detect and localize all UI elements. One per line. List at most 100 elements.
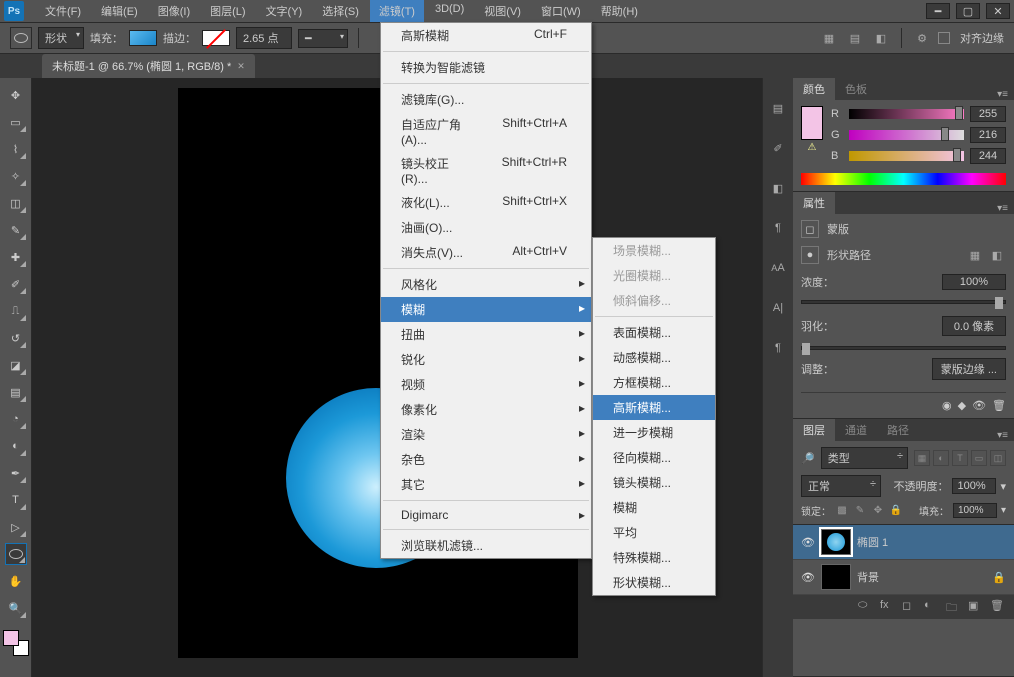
fx-icon[interactable]: fx bbox=[880, 599, 896, 615]
layer-name[interactable]: 背景 bbox=[857, 569, 879, 585]
menu-item[interactable]: 滤镜库(G)... bbox=[381, 87, 591, 112]
antialias-checkbox[interactable] bbox=[938, 32, 950, 44]
menu-item[interactable]: 方框模糊... bbox=[593, 370, 715, 395]
density-slider[interactable] bbox=[801, 300, 1006, 304]
blend-mode-dropdown[interactable]: 正常 bbox=[801, 475, 881, 497]
menu-item[interactable]: 油画(O)... bbox=[381, 215, 591, 240]
mask-edge-button[interactable]: 蒙版边缘 ... bbox=[932, 358, 1006, 380]
menu-item[interactable]: 扭曲 bbox=[381, 322, 591, 347]
layer-thumbnail[interactable] bbox=[821, 564, 851, 590]
gear-icon[interactable]: ⚙ bbox=[912, 29, 932, 47]
lock-position-icon[interactable]: ✥ bbox=[871, 504, 885, 518]
opacity-dropdown-icon[interactable]: ▾ bbox=[1000, 480, 1006, 493]
tab-swatches[interactable]: 色板 bbox=[835, 78, 877, 100]
menu-窗口(W)[interactable]: 窗口(W) bbox=[532, 0, 590, 22]
menu-item[interactable]: 镜头校正(R)...Shift+Ctrl+R bbox=[381, 151, 591, 190]
menu-item[interactable]: 浏览联机滤镜... bbox=[381, 533, 591, 558]
disable-mask-icon[interactable]: 👁 bbox=[972, 399, 986, 412]
feather-slider[interactable] bbox=[801, 346, 1006, 350]
fill-opacity-value[interactable]: 100% bbox=[953, 503, 997, 518]
menu-编辑(E)[interactable]: 编辑(E) bbox=[92, 0, 147, 22]
panel-menu-icon[interactable]: ▾≡ bbox=[991, 430, 1014, 441]
opacity-value[interactable]: 100% bbox=[952, 478, 996, 494]
menu-item[interactable]: 液化(L)...Shift+Ctrl+X bbox=[381, 190, 591, 215]
r-slider[interactable] bbox=[849, 109, 964, 119]
menu-item[interactable]: 模糊 bbox=[381, 297, 591, 322]
eraser-tool[interactable]: ◪ bbox=[5, 354, 27, 376]
tab-paths[interactable]: 路径 bbox=[877, 419, 919, 441]
lock-transparent-icon[interactable]: ▩ bbox=[835, 504, 849, 518]
menu-item[interactable]: 转换为智能滤镜 bbox=[381, 55, 591, 80]
tab-layers[interactable]: 图层 bbox=[793, 419, 835, 441]
new-layer-icon[interactable]: ▣ bbox=[968, 599, 984, 615]
menu-item[interactable]: 高斯模糊Ctrl+F bbox=[381, 23, 591, 48]
filter-type-icon[interactable]: T bbox=[952, 450, 968, 466]
stamp-tool[interactable]: ⎍ bbox=[5, 300, 27, 322]
menu-item[interactable]: 镜头模糊... bbox=[593, 470, 715, 495]
spectrum-bar[interactable] bbox=[801, 173, 1006, 185]
blur-tool[interactable]: ◔ bbox=[5, 408, 27, 430]
swatches-panel-icon[interactable]: ◧ bbox=[768, 178, 788, 198]
stroke-weight-field[interactable]: 2.65 点 bbox=[236, 27, 292, 49]
eyedropper-tool[interactable]: ✎ bbox=[5, 219, 27, 241]
adjustment-layer-icon[interactable]: ◐ bbox=[924, 599, 940, 615]
history-brush-tool[interactable]: ↺ bbox=[5, 327, 27, 349]
menu-选择(S)[interactable]: 选择(S) bbox=[313, 0, 368, 22]
minimize-button[interactable]: ━ bbox=[926, 3, 950, 19]
shape-tool[interactable] bbox=[5, 543, 27, 565]
dodge-tool[interactable]: ◐ bbox=[5, 435, 27, 457]
history-panel-icon[interactable]: ▤ bbox=[768, 98, 788, 118]
delete-layer-icon[interactable]: 🗑 bbox=[990, 599, 1006, 615]
align-icon[interactable]: ▦ bbox=[819, 29, 839, 47]
filter-shape-icon[interactable]: ▭ bbox=[971, 450, 987, 466]
gradient-tool[interactable]: ▤ bbox=[5, 381, 27, 403]
layer-thumbnail[interactable] bbox=[821, 529, 851, 555]
magic-wand-tool[interactable]: ✧ bbox=[5, 165, 27, 187]
menu-item[interactable]: 锐化 bbox=[381, 347, 591, 372]
type-tool[interactable]: T bbox=[5, 489, 27, 511]
tab-properties[interactable]: 属性 bbox=[793, 192, 835, 214]
link-layers-icon[interactable]: ⬭ bbox=[858, 599, 874, 615]
stroke-style-dropdown[interactable]: ━ bbox=[298, 29, 348, 48]
shape-mode-dropdown[interactable]: 形状 bbox=[38, 27, 84, 49]
move-tool[interactable]: ✥ bbox=[5, 84, 27, 106]
menu-图层(L)[interactable]: 图层(L) bbox=[201, 0, 254, 22]
filter-icon[interactable]: 🔎 bbox=[801, 452, 815, 465]
close-button[interactable]: ✕ bbox=[986, 3, 1010, 19]
healing-tool[interactable]: ✚ bbox=[5, 246, 27, 268]
crop-tool[interactable]: ◫ bbox=[5, 192, 27, 214]
path-ops-icon[interactable]: ◧ bbox=[871, 29, 891, 47]
fg-bg-swatches[interactable] bbox=[3, 630, 29, 656]
menu-滤镜(T)[interactable]: 滤镜(T) bbox=[370, 0, 424, 22]
filter-pixel-icon[interactable]: ▦ bbox=[914, 450, 930, 466]
layer-row[interactable]: 👁背景🔒 bbox=[793, 560, 1014, 595]
close-tab-icon[interactable]: ✕ bbox=[237, 61, 245, 72]
menu-item[interactable]: 高斯模糊... bbox=[593, 395, 715, 420]
glyphs-panel-icon[interactable]: ¶ bbox=[768, 338, 788, 358]
lock-pixels-icon[interactable]: ✎ bbox=[853, 504, 867, 518]
brush-tool[interactable]: ✐ bbox=[5, 273, 27, 295]
menu-视图(V)[interactable]: 视图(V) bbox=[475, 0, 530, 22]
menu-item[interactable]: 风格化 bbox=[381, 272, 591, 297]
menu-item[interactable]: 杂色 bbox=[381, 447, 591, 472]
r-value[interactable]: 255 bbox=[970, 106, 1006, 122]
feather-value[interactable]: 0.0 像素 bbox=[942, 316, 1006, 336]
menu-item[interactable]: 其它 bbox=[381, 472, 591, 497]
menu-item[interactable]: 径向模糊... bbox=[593, 445, 715, 470]
fill-swatch[interactable] bbox=[129, 30, 157, 46]
menu-item[interactable]: 像素化 bbox=[381, 397, 591, 422]
vector-mask-icon[interactable]: ◧ bbox=[988, 246, 1006, 264]
filter-adjust-icon[interactable]: ◐ bbox=[933, 450, 949, 466]
arrange-icon[interactable]: ▤ bbox=[845, 29, 865, 47]
menu-item[interactable]: 平均 bbox=[593, 520, 715, 545]
menu-item[interactable]: Digimarc bbox=[381, 504, 591, 526]
b-value[interactable]: 244 bbox=[970, 148, 1006, 164]
pen-tool[interactable]: ✒ bbox=[5, 462, 27, 484]
apply-mask-icon[interactable]: ◆ bbox=[958, 399, 966, 412]
load-selection-icon[interactable]: ◉ bbox=[942, 399, 952, 412]
b-slider[interactable] bbox=[849, 151, 964, 161]
current-color-swatch[interactable] bbox=[801, 106, 823, 140]
lock-all-icon[interactable]: 🔒 bbox=[889, 504, 903, 518]
menu-item[interactable]: 动感模糊... bbox=[593, 345, 715, 370]
fg-color-swatch[interactable] bbox=[3, 630, 19, 646]
